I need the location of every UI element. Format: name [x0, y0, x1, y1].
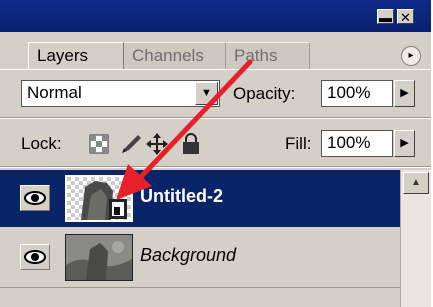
lock-transparent-icon[interactable] — [89, 134, 109, 154]
lock-brush-icon[interactable] — [122, 135, 141, 153]
layer-row[interactable]: Untitled-2 — [0, 170, 400, 227]
fill-input[interactable]: 100% — [321, 130, 393, 157]
layer-name[interactable]: Background — [140, 245, 236, 266]
layers-scrollbar[interactable]: ▲ — [400, 170, 431, 307]
blend-mode-select[interactable]: Normal — [21, 80, 220, 107]
layers-panel: ▬ ✕ Layers Channels Paths ▸ Normal ▼ Opa… — [0, 0, 431, 307]
opacity-slider-button[interactable]: ▶ — [394, 80, 415, 107]
divider — [0, 287, 400, 288]
lock-all-icon[interactable] — [183, 133, 199, 154]
panel-title-bar[interactable]: ▬ ✕ — [0, 0, 431, 32]
opacity-input[interactable]: 100% — [321, 80, 393, 107]
minimize-icon[interactable]: ▬ — [377, 9, 394, 25]
layer-thumbnail — [65, 234, 133, 281]
scroll-up-icon[interactable]: ▲ — [403, 172, 429, 194]
panel-menu-icon[interactable]: ▸ — [401, 46, 421, 66]
eye-icon[interactable] — [20, 244, 50, 270]
tab-channels[interactable]: Channels — [124, 42, 226, 69]
lock-label: Lock: — [21, 134, 62, 153]
divider — [0, 117, 431, 119]
tab-paths[interactable]: Paths — [226, 42, 310, 69]
layer-row[interactable]: Background — [0, 229, 400, 286]
tab-layers[interactable]: Layers — [28, 42, 124, 69]
dropdown-arrow-icon[interactable]: ▼ — [195, 82, 218, 105]
lock-icons — [89, 133, 199, 155]
fill-value: 100% — [327, 133, 371, 152]
blend-mode-value: Normal — [27, 83, 82, 102]
layer-thumbnail — [65, 175, 133, 222]
opacity-value: 100% — [327, 83, 371, 102]
close-icon[interactable]: ✕ — [397, 9, 414, 25]
divider — [0, 166, 431, 168]
layer-name[interactable]: Untitled-2 — [140, 186, 223, 207]
fill-label: Fill: — [285, 134, 312, 153]
lock-move-icon[interactable] — [146, 133, 168, 155]
opacity-label: Opacity: — [233, 84, 296, 103]
tab-bar: Layers Channels Paths ▸ — [0, 32, 431, 70]
eye-icon[interactable] — [20, 185, 50, 211]
tab-divider — [0, 69, 431, 70]
fill-slider-button[interactable]: ▶ — [394, 130, 415, 157]
